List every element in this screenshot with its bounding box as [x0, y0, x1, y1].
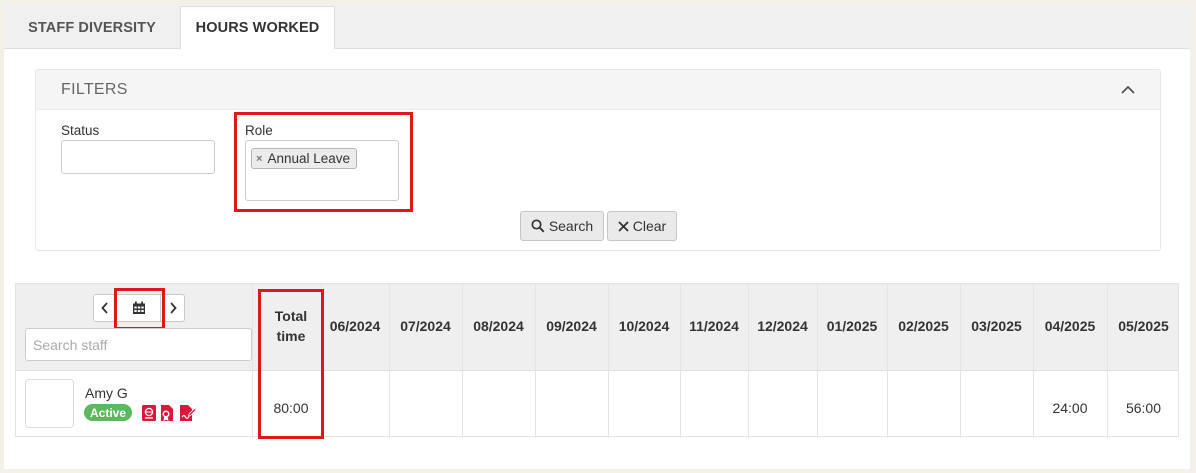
month-header: 04/2025	[1044, 318, 1096, 334]
grid-divider	[389, 284, 390, 438]
next-period-button[interactable]	[160, 294, 185, 322]
tab-bar: STAFF DIVERSITY HOURS WORKED	[4, 4, 1190, 50]
filters-panel: FILTERS Status Role × Annual Leave Searc…	[35, 69, 1161, 251]
passport-icon[interactable]	[140, 404, 158, 422]
month-header: 02/2025	[898, 318, 949, 334]
filters-title: FILTERS	[61, 81, 128, 98]
grid-divider	[462, 284, 463, 438]
search-button-label: Search	[548, 218, 594, 234]
month-header: 06/2024	[329, 318, 381, 334]
tab-hours-worked[interactable]: HOURS WORKED	[180, 6, 335, 50]
clear-button-label: Clear	[632, 218, 667, 234]
calendar-button[interactable]	[117, 294, 160, 322]
search-icon	[531, 219, 545, 233]
staff-name[interactable]: Amy G	[85, 385, 128, 401]
grid-divider	[887, 284, 888, 438]
chevron-up-icon[interactable]	[1120, 82, 1136, 98]
role-chip-label: Annual Leave	[267, 151, 351, 166]
clear-button[interactable]: Clear	[607, 211, 677, 241]
month-header: 07/2024	[400, 318, 451, 334]
month-header: 08/2024	[473, 318, 524, 334]
calendar-icon	[132, 301, 145, 314]
total-header-line2: time	[276, 328, 306, 344]
status-select[interactable]	[61, 140, 215, 174]
month-header: 03/2025	[971, 318, 1022, 334]
status-badge: Active	[84, 404, 133, 421]
search-button[interactable]: Search	[520, 211, 604, 241]
hours-grid: Total time 06/2024 07/2024 08/2024 09/20…	[15, 283, 1179, 439]
chevron-right-icon	[169, 302, 177, 314]
close-icon	[618, 220, 629, 232]
month-header: 09/2024	[546, 318, 597, 334]
grid-divider	[252, 284, 253, 438]
grid-divider	[817, 284, 818, 438]
filters-header[interactable]: FILTERS	[36, 70, 1160, 110]
certificate-icon[interactable]	[158, 404, 176, 422]
role-select[interactable]: × Annual Leave	[245, 140, 399, 201]
signed-document-icon[interactable]	[178, 404, 196, 422]
search-staff-input[interactable]	[25, 328, 252, 361]
month-header: 11/2024	[689, 318, 739, 334]
chevron-left-icon	[101, 302, 108, 314]
cell-hours-04-2025: 24:00	[1052, 400, 1088, 416]
status-label: Status	[61, 123, 100, 138]
grid-divider	[535, 284, 536, 438]
grid-divider	[680, 284, 681, 438]
grid-divider	[608, 284, 609, 438]
month-header: 10/2024	[618, 318, 670, 334]
role-chip: × Annual Leave	[251, 148, 358, 169]
avatar[interactable]	[25, 379, 74, 428]
total-time-header: Total time	[258, 306, 324, 346]
cell-hours-05-2025: 56:00	[1125, 400, 1162, 416]
month-header: 12/2024	[757, 318, 808, 334]
month-header: 01/2025	[826, 318, 878, 334]
grid-divider	[748, 284, 749, 438]
total-time-value: 80:00	[273, 400, 309, 416]
month-header: 05/2025	[1118, 318, 1169, 334]
page: STAFF DIVERSITY HOURS WORKED FILTERS Sta…	[4, 4, 1190, 469]
role-label: Role	[245, 123, 273, 138]
prev-period-button[interactable]	[93, 294, 117, 322]
total-header-line1: Total	[274, 308, 308, 324]
remove-chip-icon[interactable]: ×	[256, 153, 262, 165]
tab-staff-diversity[interactable]: STAFF DIVERSITY	[4, 6, 180, 49]
grid-divider	[960, 284, 961, 438]
